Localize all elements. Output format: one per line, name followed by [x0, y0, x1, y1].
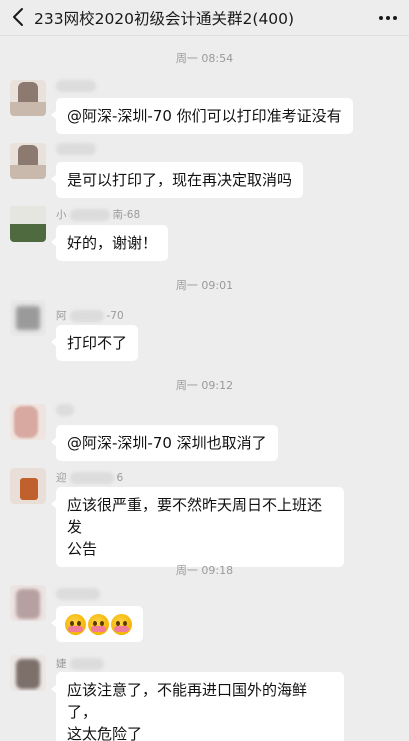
timestamp: 周一 09:12 [175, 379, 234, 392]
message-bubble: 好的，谢谢！ [50, 225, 169, 261]
sender-name: 婕 [56, 656, 104, 671]
sender-name: 小南-68 [56, 208, 141, 221]
message-bubble: @阿深-深圳-70 深圳也取消了 [51, 425, 278, 461]
message-bubble: 打印不了 [50, 325, 139, 361]
sender-name: 迎6 [56, 471, 124, 484]
chat-header: 233网校2020初级会计通关群2(400) [0, 0, 409, 36]
message-bubble: 应该注意了，不能再进口国外的海鲜了， 这太危险了 [51, 672, 344, 741]
avatar[interactable] [10, 300, 46, 336]
avatar[interactable] [10, 468, 46, 504]
more-dots-icon[interactable] [377, 7, 399, 29]
avatar[interactable] [10, 585, 46, 621]
message-bubble [51, 606, 143, 642]
avatar[interactable] [10, 655, 46, 691]
message-bubble: @阿深-深圳-70 你们可以打印准考证没有 [51, 98, 353, 134]
avatar[interactable] [10, 143, 46, 179]
sender-name: 阿 -70 [56, 309, 124, 322]
chevron-left-icon[interactable] [8, 6, 30, 28]
timestamp: 周一 08:54 [175, 52, 234, 65]
avatar[interactable] [10, 404, 46, 440]
avatar[interactable] [10, 80, 46, 116]
timestamp: 周一 09:18 [175, 564, 234, 577]
emoji-icon [88, 614, 109, 635]
sender-name [56, 143, 96, 155]
avatar[interactable] [10, 206, 46, 242]
emoji-icon [65, 614, 86, 635]
emoji-icon [111, 614, 132, 635]
sender-name [56, 588, 100, 600]
chat-title: 233网校2020初级会计通关群2(400) [34, 10, 295, 28]
sender-name [56, 404, 74, 416]
timestamp: 周一 09:01 [175, 279, 234, 292]
sender-name [56, 80, 96, 92]
message-bubble: 应该很严重，要不然昨天周日不上班还发 公告 [51, 487, 344, 567]
message-bubble: 是可以打印了，现在再决定取消吗 [50, 162, 304, 198]
